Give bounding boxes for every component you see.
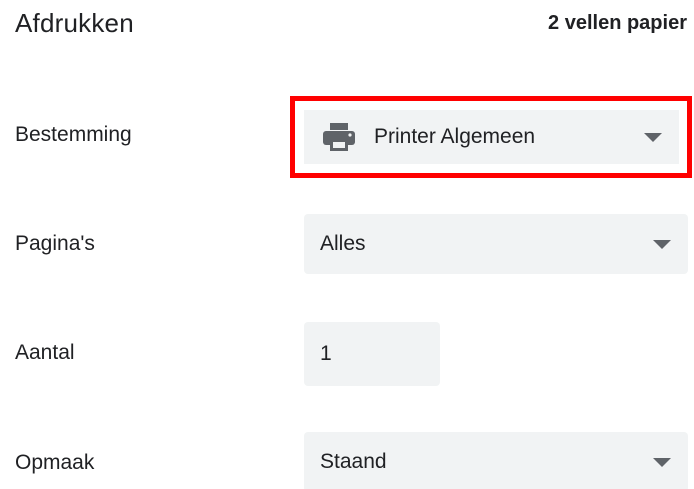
print-settings-panel: Afdrukken 2 vellen papier Bestemming Pri… (0, 0, 694, 489)
pages-select[interactable]: Alles (304, 214, 688, 274)
destination-label: Bestemming (15, 123, 132, 146)
destination-highlight: Printer Algemeen (290, 96, 692, 178)
sheet-count: 2 vellen papier (548, 12, 687, 34)
printer-icon (323, 123, 355, 151)
destination-value: Printer Algemeen (374, 125, 536, 148)
layout-label: Opmaak (15, 451, 95, 474)
chevron-down-icon (644, 132, 662, 142)
pages-label: Pagina's (15, 232, 95, 255)
layout-select[interactable]: Staand (304, 432, 688, 489)
page-title: Afdrukken (15, 8, 134, 38)
pages-value: Alles (320, 232, 366, 255)
copies-input[interactable]: 1 (304, 322, 440, 386)
layout-value: Staand (320, 450, 387, 473)
destination-select[interactable]: Printer Algemeen (304, 110, 679, 164)
chevron-down-icon (653, 457, 671, 467)
copies-label: Aantal (15, 341, 75, 364)
copies-value: 1 (320, 342, 332, 365)
chevron-down-icon (653, 239, 671, 249)
